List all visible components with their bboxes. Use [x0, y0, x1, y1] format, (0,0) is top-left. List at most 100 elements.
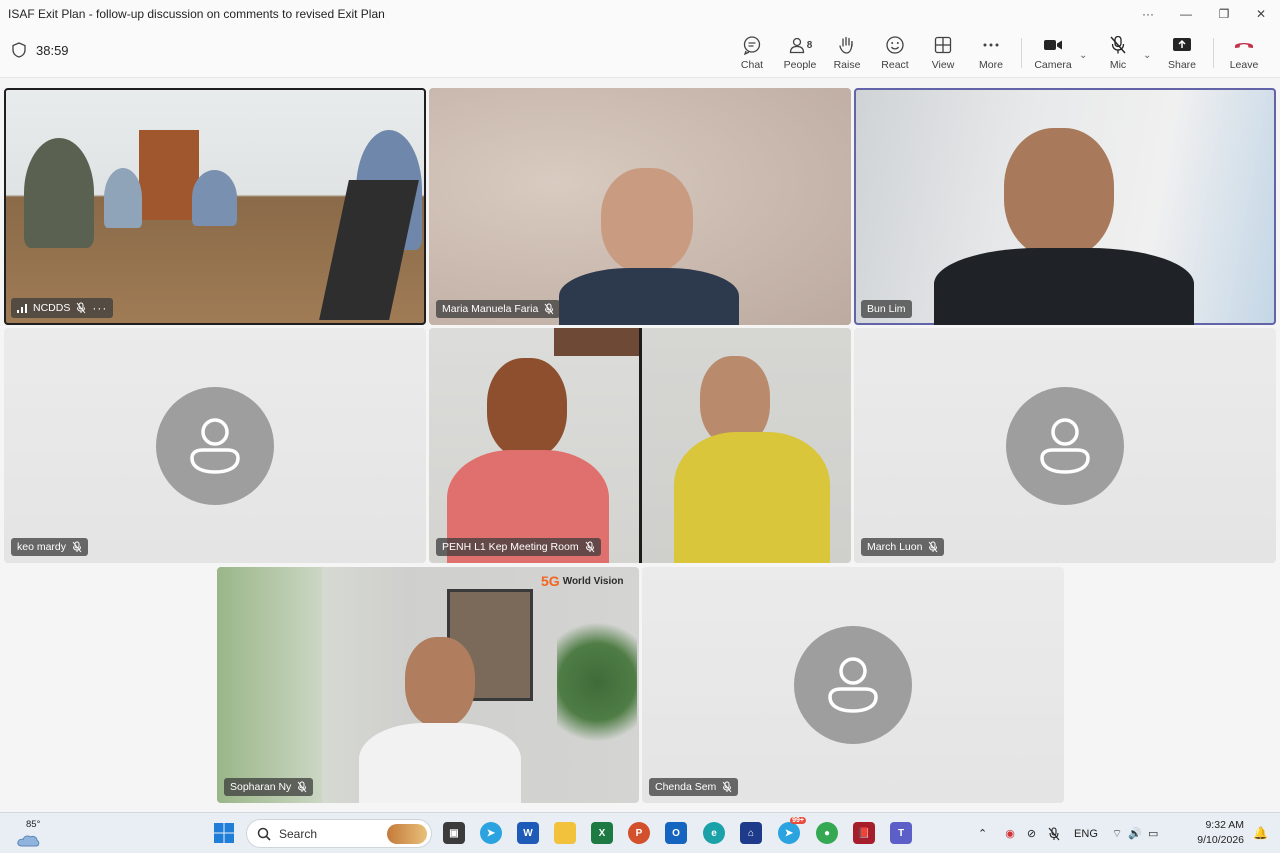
world-vision-logo: 5G World Vision: [541, 573, 624, 589]
people-label: People: [783, 59, 817, 71]
people-count: 8: [806, 39, 813, 51]
title-bar: ISAF Exit Plan - follow-up discussion on…: [0, 0, 1280, 28]
taskbar-clock[interactable]: 9:32 AM 9/10/2026: [1197, 818, 1244, 848]
start-button[interactable]: [213, 822, 235, 844]
participant-tile-ncdds[interactable]: NCDDS ···: [4, 88, 426, 325]
mic-options-chevron-icon[interactable]: ⌄: [1143, 50, 1151, 61]
outlook-icon[interactable]: O: [665, 822, 687, 844]
search-highlight-image: [387, 823, 427, 844]
toolbar-divider: [1021, 38, 1022, 68]
participant-tile-sopharan-ny[interactable]: 5G World Vision Sopharan Ny: [217, 567, 639, 803]
minimize-button[interactable]: —: [1167, 0, 1205, 28]
telegram-icon[interactable]: ➤ 99+: [778, 817, 806, 844]
person-video: [24, 138, 94, 248]
participant-tile-march-luon[interactable]: March Luon: [854, 328, 1276, 563]
plant: [557, 607, 637, 757]
participant-tile-keo-mardy[interactable]: keo mardy: [4, 328, 426, 563]
participant-name: Sopharan Ny: [230, 781, 292, 793]
angkor-app-icon[interactable]: ⌂: [740, 822, 762, 844]
camera-options-chevron-icon[interactable]: ⌄: [1079, 50, 1087, 61]
edge-icon[interactable]: e: [703, 822, 725, 844]
mic-off-icon: [585, 541, 594, 553]
window-background: [217, 567, 322, 803]
person-video: [104, 168, 142, 228]
chat-button[interactable]: Chat: [738, 34, 766, 74]
camera-button[interactable]: Camera: [1034, 34, 1072, 74]
clock-time: 9:32 AM: [1205, 819, 1244, 831]
participant-tile-bun-lim[interactable]: Bun Lim: [854, 88, 1276, 325]
share-button[interactable]: Share: [1167, 34, 1197, 74]
mic-off-icon: [72, 541, 82, 553]
chat-icon: [743, 36, 761, 55]
restore-button[interactable]: ❐: [1205, 0, 1243, 28]
camera-icon: [1044, 40, 1062, 50]
name-tag: NCDDS ···: [11, 298, 114, 318]
mic-muted-icon: [1110, 35, 1126, 54]
tray-record-icon[interactable]: ◉: [1005, 827, 1015, 840]
participant-tile-maria-manuela-faria[interactable]: Maria Manuela Faria: [429, 88, 851, 325]
name-tag: March Luon: [861, 538, 945, 556]
wifi-icon[interactable]: ⌔: [1112, 827, 1122, 841]
word-icon[interactable]: W: [517, 822, 539, 844]
room-door: [139, 130, 199, 220]
taskbar-search[interactable]: Search: [246, 819, 432, 848]
chrome-icon[interactable]: ●: [816, 822, 838, 844]
clock-date: 9/10/2026: [1197, 834, 1244, 846]
camera-label: Camera: [1034, 59, 1072, 71]
book-app-icon[interactable]: 📕: [853, 822, 875, 844]
notification-bell-icon[interactable]: 🔔: [1253, 826, 1268, 840]
tray-overflow-chevron-icon[interactable]: ⌃: [978, 827, 987, 840]
powerpoint-icon[interactable]: P: [628, 822, 650, 844]
person-video: [934, 248, 1194, 325]
close-button[interactable]: ✕: [1242, 0, 1280, 28]
avatar: [1006, 386, 1124, 505]
file-explorer-icon[interactable]: [554, 822, 576, 844]
participant-tile-penh-l1-kep-meeting-room[interactable]: PENH L1 Kep Meeting Room: [429, 328, 851, 563]
tile-more-icon[interactable]: ···: [92, 301, 107, 315]
language-indicator[interactable]: ENG: [1074, 828, 1098, 840]
name-tag: Bun Lim: [861, 300, 912, 318]
volume-icon[interactable]: 🔊: [1128, 827, 1142, 840]
raise-hand-button[interactable]: Raise: [832, 34, 862, 74]
window-title: ISAF Exit Plan - follow-up discussion on…: [8, 7, 385, 21]
battery-icon[interactable]: ▭: [1148, 827, 1158, 840]
meeting-toolbar: 38:59 Chat 8 People Raise React View Mor…: [0, 28, 1280, 78]
more-label: More: [979, 59, 1003, 71]
elapsed-time: 38:59: [36, 42, 69, 58]
people-button[interactable]: 8 People: [783, 34, 817, 74]
mic-off-icon: [929, 541, 938, 553]
view-button[interactable]: View: [928, 34, 958, 74]
tray-mic-muted-icon[interactable]: [1048, 826, 1060, 841]
participant-name: NCDDS: [33, 302, 71, 314]
participant-name: Chenda Sem: [655, 781, 717, 793]
participant-name: Maria Manuela Faria: [442, 303, 539, 315]
more-button[interactable]: More: [976, 34, 1006, 74]
participant-name: PENH L1 Kep Meeting Room: [442, 541, 579, 553]
weather-widget[interactable]: 85°: [14, 819, 48, 849]
excel-icon[interactable]: X: [591, 822, 613, 844]
person-video: [601, 168, 693, 273]
mic-button[interactable]: Mic: [1104, 34, 1132, 74]
teams-icon[interactable]: T: [890, 822, 912, 844]
people-icon: [789, 37, 804, 54]
raise-label: Raise: [833, 59, 861, 71]
laptop-video: [319, 180, 419, 320]
mic-off-icon: [76, 302, 86, 314]
person-placeholder-icon: [1040, 417, 1090, 474]
telegram-desktop-icon[interactable]: ➤: [480, 822, 502, 844]
shield-icon: [12, 42, 26, 58]
participant-tile-chenda-sem[interactable]: Chenda Sem: [642, 567, 1064, 803]
react-button[interactable]: React: [880, 34, 910, 74]
leave-button[interactable]: Leave: [1229, 34, 1259, 74]
person-video: [359, 723, 521, 803]
avatar: [794, 626, 912, 744]
react-label: React: [881, 59, 909, 71]
tray-mute-notification-icon[interactable]: ⊘: [1027, 827, 1036, 840]
window-more-button[interactable]: ···: [1129, 0, 1167, 28]
person-video: [405, 637, 475, 727]
avatar: [156, 386, 274, 505]
task-view-icon[interactable]: ▣: [443, 822, 465, 844]
mic-off-icon: [544, 303, 554, 315]
leave-label: Leave: [1229, 59, 1259, 71]
system-tray: ⌃ ◉ ⊘ ENG ⌔ 🔊 ▭: [978, 813, 1158, 853]
